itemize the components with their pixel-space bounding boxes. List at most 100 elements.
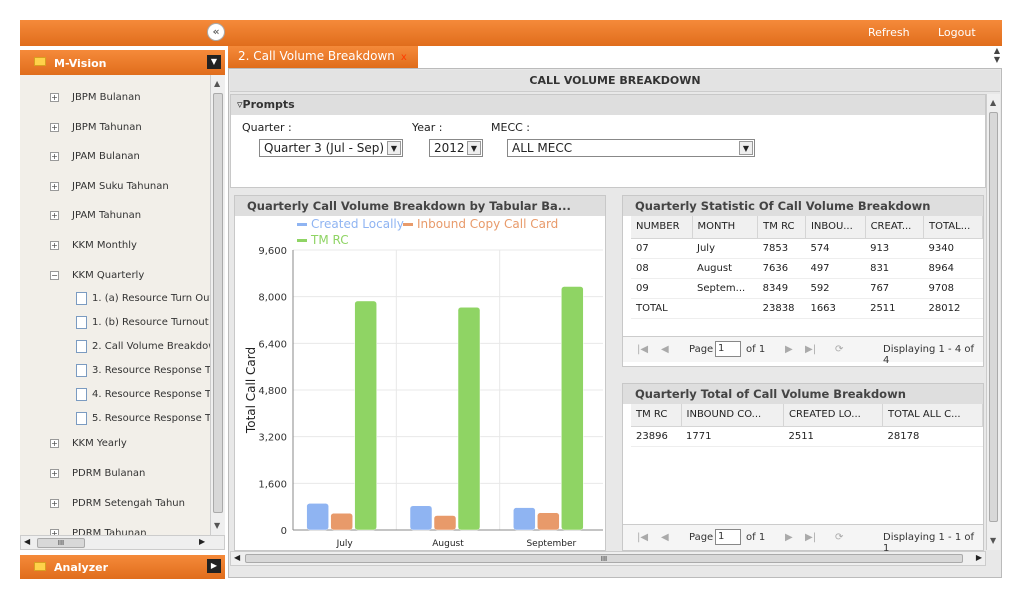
table-cell (692, 298, 758, 319)
page-of-label: of 1 (746, 532, 766, 543)
content-vertical-scrollbar[interactable]: ▲ ▼ (986, 94, 1000, 550)
tree-horizontal-scrollbar[interactable]: ◀ III ▶ (20, 535, 225, 550)
last-page-icon[interactable]: ▶| (805, 532, 816, 543)
table-cell: 28178 (882, 426, 983, 447)
column-header[interactable]: TM RC (631, 404, 682, 427)
tab-scroll-icon[interactable]: ▲ ▼ (994, 46, 1000, 64)
stats-table: NUMBER MONTH TM RC INBOU... CREAT... TOTAL...… (631, 216, 983, 319)
column-header[interactable]: CREATED LO... (783, 404, 884, 427)
content-hscroll-thumb[interactable]: III (245, 554, 963, 563)
logout-link[interactable]: Logout (938, 26, 976, 39)
close-tab-icon[interactable]: x (401, 52, 407, 63)
next-page-icon[interactable]: ▶ (785, 344, 793, 355)
first-page-icon[interactable]: |◀ (637, 344, 648, 355)
bar-inbound-copy-call-card (537, 512, 560, 531)
analyzer-title: Analyzer (54, 561, 108, 574)
last-page-icon[interactable]: ▶| (805, 344, 816, 355)
analyzer-header[interactable]: Analyzer ▶ (20, 555, 225, 579)
table-row[interactable]: 08 August 7636 497 831 8964 (631, 258, 983, 279)
chart-panel-title: Quarterly Call Volume Breakdown by Tabul… (235, 196, 605, 216)
paging-display: Displaying 1 - 4 of 4 (883, 344, 975, 366)
prompts-panel: ▿Prompts Quarter : Year : MECC : Quarter… (230, 94, 986, 188)
column-header[interactable]: INBOU... (805, 216, 866, 239)
page-title: CALL VOLUME BREAKDOWN (230, 70, 1000, 92)
column-header[interactable]: TOTAL... (923, 216, 983, 239)
table-cell: 8964 (923, 258, 983, 279)
table-row[interactable]: 07 July 7853 574 913 9340 (631, 238, 983, 259)
table-cell: 23838 (757, 298, 806, 319)
tree-scroll-thumb[interactable] (213, 93, 223, 513)
content-horizontal-scrollbar[interactable]: ◀ III ▶ (230, 551, 986, 566)
table-cell: July (692, 238, 758, 259)
refresh-link[interactable]: Refresh (868, 26, 910, 39)
table-cell: 08 (631, 258, 692, 279)
table-cell: 7636 (757, 258, 806, 279)
expand-icon[interactable]: + (50, 181, 59, 191)
page-number-input[interactable]: 1 (715, 529, 741, 545)
expand-icon[interactable]: + (50, 93, 59, 102)
table-row[interactable]: TOTAL 23838 1663 2511 28012 (631, 298, 983, 319)
next-page-icon[interactable]: ▶ (785, 532, 793, 543)
column-header[interactable]: CREAT... (865, 216, 925, 239)
bar-tm-rc (561, 286, 584, 531)
chevron-down-icon[interactable]: ▼ (207, 55, 221, 69)
table-cell: 497 (805, 258, 866, 279)
tree-item-label: JBPM Tahunan (72, 121, 142, 133)
prompts-header[interactable]: ▿Prompts (231, 95, 985, 115)
page-label: Page (689, 344, 714, 355)
tree-item-label: JPAM Tahunan (72, 210, 142, 222)
mecc-label: MECC : (491, 121, 531, 134)
prev-page-icon[interactable]: ◀ (661, 344, 669, 355)
document-icon (76, 292, 87, 305)
x-tick-label: September (526, 539, 576, 549)
table-cell: 831 (865, 258, 924, 279)
bar-created-locally (409, 505, 433, 531)
prev-page-icon[interactable]: ◀ (661, 532, 669, 543)
first-page-icon[interactable]: |◀ (637, 532, 648, 543)
expand-icon[interactable]: + (50, 241, 59, 250)
quarter-value: Quarter 3 (Jul - Sep) (264, 141, 385, 155)
mvision-header[interactable]: M-Vision ▼ (20, 50, 225, 75)
table-cell: 28012 (923, 298, 983, 319)
table-row[interactable]: 09 Septem... 8349 592 767 9708 (631, 278, 983, 299)
tab-call-volume-breakdown[interactable]: 2. Call Volume Breakdown x (228, 46, 418, 68)
content-scroll-thumb[interactable] (989, 112, 998, 522)
expand-icon[interactable]: + (50, 152, 59, 162)
tree-item-label: 4. Resource Response Tir (92, 389, 210, 400)
column-header[interactable]: NUMBER (631, 216, 693, 239)
expand-icon[interactable]: + (50, 499, 59, 508)
dropdown-arrow-icon[interactable]: ▼ (387, 141, 401, 155)
chevron-right-icon[interactable]: ▶ (207, 559, 221, 573)
expand-icon[interactable]: + (50, 439, 59, 448)
expand-icon[interactable]: + (50, 469, 59, 478)
document-icon (76, 388, 87, 401)
legend-swatch (403, 223, 413, 226)
column-header[interactable]: TM RC (757, 216, 806, 239)
dropdown-arrow-icon[interactable]: ▼ (467, 141, 481, 155)
table-cell: 574 (805, 238, 866, 259)
quarter-select[interactable]: Quarter 3 (Jul - Sep) ▼ (259, 139, 403, 157)
column-header[interactable]: INBOUND CO... (681, 404, 784, 427)
page-number-input[interactable]: 1 (715, 341, 741, 357)
expand-icon[interactable]: + (50, 122, 59, 132)
y-tick-label: 1,600 (258, 479, 287, 490)
table-row[interactable]: 23896 1771 2511 28178 (631, 426, 983, 447)
tree-hscroll-thumb[interactable]: III (37, 538, 85, 548)
refresh-icon[interactable]: ⟳ (835, 344, 843, 355)
collapse-icon[interactable]: − (50, 270, 59, 280)
year-select[interactable]: 2012 ▼ (429, 139, 483, 157)
mecc-select[interactable]: ALL MECC ▼ (507, 139, 755, 157)
column-header[interactable]: MONTH (692, 216, 759, 239)
expand-icon[interactable]: + (50, 211, 59, 221)
tree-vertical-scrollbar[interactable]: ▲ ▼ (210, 75, 225, 535)
table-cell: 2511 (865, 298, 924, 319)
table-cell: 7853 (757, 238, 806, 259)
column-header[interactable]: TOTAL ALL C... (882, 404, 983, 427)
table-cell: Septem... (692, 278, 758, 299)
y-tick-label: 8,000 (258, 293, 287, 304)
dropdown-arrow-icon[interactable]: ▼ (739, 141, 753, 155)
quarter-label: Quarter : (242, 121, 292, 134)
collapse-sidebar-button[interactable]: « (207, 23, 225, 41)
refresh-icon[interactable]: ⟳ (835, 532, 843, 543)
folder-icon (34, 562, 46, 571)
